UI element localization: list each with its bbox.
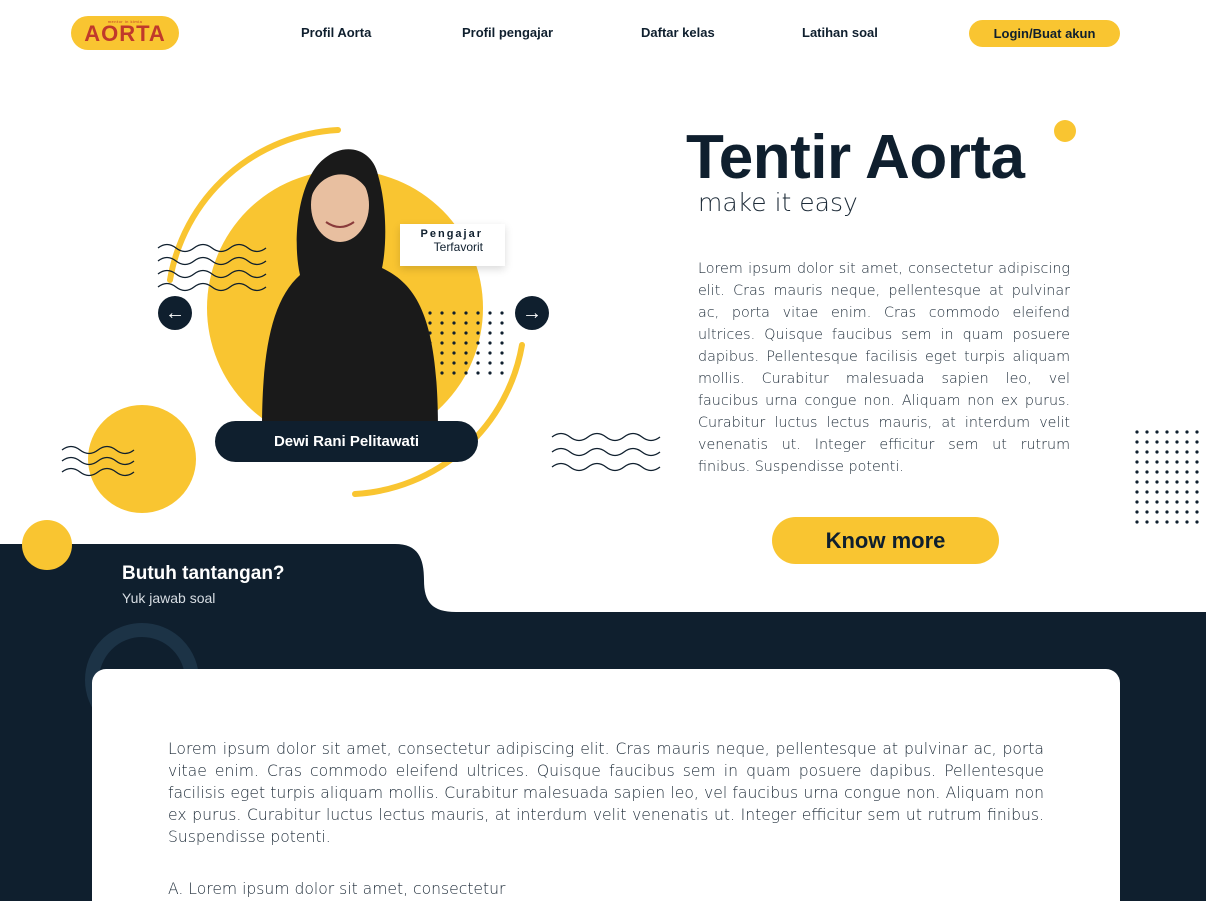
carousel-next-button[interactable]: →: [515, 296, 549, 330]
arrow-right-icon: →: [522, 301, 542, 324]
decor-dot-grid-right: [1135, 430, 1199, 524]
challenge-subtitle: Yuk jawab soal: [122, 590, 216, 606]
carousel-prev-button[interactable]: ←: [158, 296, 192, 330]
decor-dot-yellow: [1054, 120, 1076, 142]
decor-small-circle: [88, 405, 196, 513]
challenge-title: Butuh tantangan?: [122, 563, 285, 584]
badge-title: Pengajar: [420, 228, 483, 240]
decor-dot-yellow-left: [22, 520, 72, 570]
decor-waves-center: [551, 432, 661, 472]
arrow-left-icon: ←: [165, 301, 185, 324]
nav-link-latihan-soal[interactable]: Latihan soal: [802, 25, 878, 40]
teacher-name: Dewi Rani Pelitawati: [215, 421, 478, 462]
login-button[interactable]: Login/Buat akun: [969, 20, 1120, 47]
favorite-teacher-badge: Pengajar Terfavorit: [400, 224, 505, 266]
hero-description: Lorem ipsum dolor sit amet, consectetur …: [698, 261, 1070, 475]
quiz-option-a[interactable]: A. Lorem ipsum dolor sit amet, consectet…: [168, 880, 505, 898]
page-subtitle: make it easy: [698, 188, 858, 217]
hero-illustration: [61, 127, 661, 513]
page-title: Tentir Aorta: [686, 123, 1025, 192]
badge-subtitle: Terfavorit: [433, 240, 483, 254]
quiz-question: Lorem ipsum dolor sit amet, consectetur …: [168, 740, 1044, 846]
